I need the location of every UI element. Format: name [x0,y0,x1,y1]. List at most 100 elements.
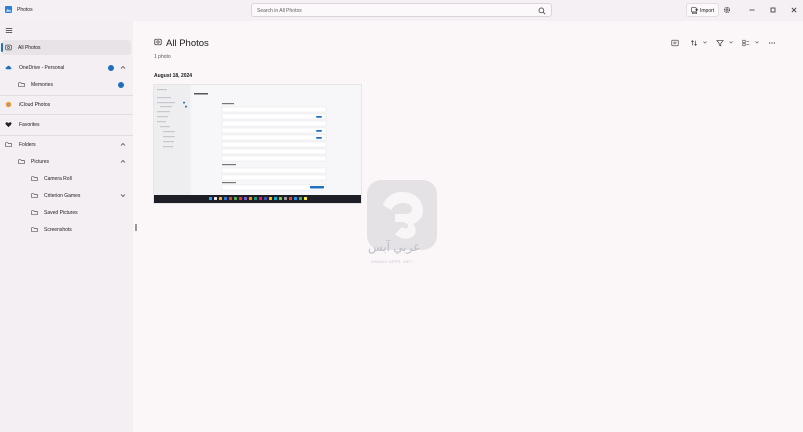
import-label: Import [700,7,715,14]
selection-indicator [1,43,3,52]
chevron-down-icon[interactable] [755,41,759,44]
sidebar-item-label: Saved Pictures [44,209,78,216]
gear-icon[interactable] [723,6,731,14]
chevron-down-icon[interactable] [729,41,733,44]
thumbnail-taskbar [154,195,361,203]
taskbar-icon [229,197,232,200]
sidebar-item-label: Folders [19,141,36,148]
sidebar-item-icloud[interactable]: iCloud Photos [0,97,133,112]
close-icon[interactable] [789,5,799,15]
taskbar-icon [254,197,257,200]
taskbar-icon [249,197,252,200]
thumbnail-content-region [192,85,361,197]
taskbar-icon [259,197,262,200]
sidebar-item-saved-pictures[interactable]: Saved Pictures [0,205,133,220]
sort-icon[interactable] [690,39,698,47]
hamburger-menu-icon[interactable] [5,27,13,34]
photos-app-icon [5,6,12,13]
sidebar-item-favorites[interactable]: Favorites [0,117,133,132]
sidebar-divider [0,135,133,136]
taskbar-icon [304,197,307,200]
main-content [133,21,803,432]
watermark-text: عربي آبس [368,240,421,254]
photos-icon [154,38,162,46]
cloud-icon [5,65,12,70]
folder-icon [31,193,38,198]
more-options-icon[interactable] [768,39,776,47]
sidebar-item-label: All Photos [18,44,41,51]
import-icon [691,7,698,14]
thumbnail-settings-rows [194,93,327,191]
sidebar-item-label: Favorites [19,121,40,128]
search-input[interactable]: Search in All Photos [251,3,552,17]
date-group-header: August 18, 2024 [154,73,193,79]
taskbar-icon [209,197,212,200]
sidebar-item-screenshots[interactable]: Screenshots [0,222,133,237]
slideshow-icon[interactable] [671,39,679,47]
photo-count: 1 photo [154,54,171,60]
taskbar-icon [234,197,237,200]
taskbar-icon [289,197,292,200]
sync-status-dot [108,64,114,71]
sidebar-item-criterion-games[interactable]: Criterion Games [0,188,133,203]
sidebar-item-all-photos[interactable]: All Photos [1,40,131,55]
folder-icon [18,159,25,164]
maximize-icon[interactable] [768,5,778,15]
photos-icon [5,44,12,51]
view-options-icon[interactable] [742,39,750,47]
chevron-down-icon[interactable] [120,193,126,198]
chevron-up-icon[interactable] [120,159,126,164]
sidebar-item-pictures[interactable]: Pictures [0,154,133,169]
chevron-up-icon[interactable] [120,142,126,147]
taskbar-icon [214,197,217,200]
taskbar-icon [269,197,272,200]
icloud-icon [5,101,12,108]
folder-icon [18,82,25,87]
search-icon[interactable] [538,7,546,15]
sidebar-item-label: Criterion Games [44,192,81,199]
sidebar-item-label: Camera Roll [44,175,72,182]
heart-icon [5,122,12,128]
taskbar-icon [299,197,302,200]
sidebar-item-label: Memories [31,81,53,88]
sidebar-item-onedrive[interactable]: OneDrive - Personal [0,60,133,75]
taskbar-icon [294,197,297,200]
thumbnail-sidebar-lines [157,89,187,148]
title-bar: Photos Search in All Photos Import [0,0,803,21]
minimize-icon[interactable] [747,5,757,15]
search-placeholder: Search in All Photos [257,7,302,14]
chevron-up-icon[interactable] [120,65,126,70]
chevron-down-icon[interactable] [703,41,707,44]
watermark-subtext: ARABIC APPS .NET [371,259,413,264]
folder-icon [31,210,38,215]
sidebar-item-label: Screenshots [44,226,72,233]
import-button[interactable]: Import [686,3,719,17]
sidebar-item-camera-roll[interactable]: Camera Roll [0,171,133,186]
sidebar-item-label: Pictures [31,158,50,165]
taskbar-icon [244,197,247,200]
taskbar-icon [239,197,242,200]
sidebar-item-label: iCloud Photos [19,101,51,108]
photo-thumbnail[interactable] [153,84,362,204]
thumbnail-sidebar-region [154,85,190,197]
taskbar-icon [274,197,277,200]
app-title: Photos [17,7,33,13]
folder-icon [31,227,38,232]
pane-resize-handle[interactable] [135,224,137,231]
taskbar-icon [279,197,282,200]
sync-status-dot [118,81,124,88]
sidebar-item-memories[interactable]: Memories [0,77,133,92]
taskbar-icon [284,197,287,200]
folder-icon [31,176,38,181]
sidebar-divider [0,114,133,115]
page-title: All Photos [166,38,209,49]
taskbar-icon [219,197,222,200]
taskbar-icon [264,197,267,200]
sidebar-divider [0,95,133,96]
filter-icon[interactable] [716,39,724,47]
sidebar-item-label: OneDrive - Personal [19,64,65,71]
folder-icon [5,142,12,147]
sidebar: All Photos OneDrive - Personal Memories … [0,21,133,432]
taskbar-icon [224,197,227,200]
sidebar-item-folders[interactable]: Folders [0,137,133,152]
